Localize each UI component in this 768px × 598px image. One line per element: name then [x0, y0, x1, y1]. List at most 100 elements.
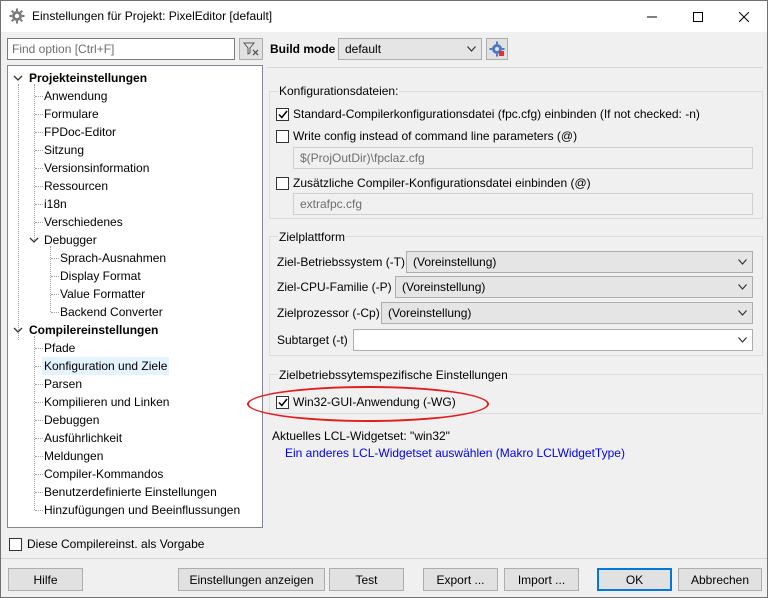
tree-item-sprach-ausnahmen[interactable]: Sprach-Ausnahmen: [60, 249, 166, 267]
import-button[interactable]: Import ...: [504, 568, 579, 591]
cancel-button-label: Abbrechen: [690, 572, 750, 587]
tree-item-konfiguration-und-ziele[interactable]: Konfiguration und Ziele: [42, 357, 170, 375]
options-dialog: Einstellungen für Projekt: PixelEditor […: [0, 0, 768, 598]
options-tree[interactable]: Projekteinstellungen Anwendung Formulare…: [7, 65, 263, 528]
checkbox-box[interactable]: [276, 129, 289, 143]
tree-item-formulare[interactable]: Formulare: [44, 105, 99, 123]
tree-item-display-format[interactable]: Display Format: [60, 267, 141, 285]
tree-item-backend-converter[interactable]: Backend Converter: [60, 303, 163, 321]
checkbox-box[interactable]: [276, 395, 289, 409]
tree-item-ausfuehrlichkeit[interactable]: Ausführlichkeit: [44, 429, 122, 447]
tree-item-sitzung[interactable]: Sitzung: [44, 141, 84, 159]
collapse-chevron-icon[interactable]: [13, 73, 23, 83]
tree-item-benutzerdefinierte-einstellungen[interactable]: Benutzerdefinierte Einstellungen: [44, 483, 217, 501]
tree-item-fpdoc-editor[interactable]: FPDoc-Editor: [44, 123, 116, 141]
target-cpu-value: (Voreinstellung): [388, 306, 472, 320]
build-mode-select[interactable]: default: [338, 38, 482, 60]
extra-cfg-checkbox[interactable]: Zusätzliche Compiler-Konfigurationsdatei…: [276, 176, 591, 190]
checkbox-box[interactable]: [276, 176, 289, 190]
chevron-down-icon: [738, 259, 747, 265]
tree-item-ressourcen[interactable]: Ressourcen: [44, 177, 108, 195]
checkbox-box[interactable]: [9, 537, 22, 551]
search-placeholder: Find option [Ctrl+F]: [12, 42, 115, 56]
export-button[interactable]: Export ...: [423, 568, 498, 591]
extra-cfg-path-value: extrafpc.cfg: [300, 197, 363, 211]
help-button[interactable]: Hilfe: [8, 568, 83, 591]
collapse-chevron-icon[interactable]: [29, 235, 39, 245]
close-icon: [739, 11, 749, 22]
tree-item-anwendung[interactable]: Anwendung: [44, 87, 107, 105]
tree-item-debugger[interactable]: Debugger: [44, 231, 97, 249]
target-cpu-select[interactable]: (Voreinstellung): [381, 302, 753, 324]
tree-item-compiler-kommandos[interactable]: Compiler-Kommandos: [44, 465, 163, 483]
extra-cfg-path-field[interactable]: extrafpc.cfg: [293, 193, 753, 215]
minimize-button[interactable]: [629, 1, 675, 32]
std-cfg-checkbox[interactable]: Standard-Compilerkonfigurationsdatei (fp…: [276, 107, 700, 121]
target-os-value: (Voreinstellung): [413, 255, 497, 269]
tree-group-projekteinstellungen[interactable]: Projekteinstellungen: [29, 69, 147, 87]
build-mode-label: Build mode: [270, 42, 336, 56]
close-button[interactable]: [721, 1, 767, 32]
window-title: Einstellungen für Projekt: PixelEditor […: [32, 9, 273, 23]
target-cpu-family-label: Ziel-CPU-Familie (-P): [277, 280, 392, 294]
target-os-select[interactable]: (Voreinstellung): [406, 251, 753, 273]
build-mode-value: default: [345, 42, 382, 56]
tree-line: [50, 246, 51, 312]
collapse-chevron-icon[interactable]: [13, 325, 23, 335]
chevron-down-icon: [738, 310, 747, 316]
tree-group-compilereinstellungen[interactable]: Compilereinstellungen: [29, 321, 158, 339]
tree-item-kompilieren-und-linken[interactable]: Kompilieren und Linken: [44, 393, 169, 411]
tree-item-versionsinformation[interactable]: Versionsinformation: [44, 159, 149, 177]
tree-item-debuggen[interactable]: Debuggen: [44, 411, 99, 429]
show-options-button-label: Einstellungen anzeigen: [189, 572, 314, 587]
config-files-title: Konfigurationsdateien:: [278, 84, 400, 98]
target-platform-title: Zielplattform: [278, 230, 347, 244]
target-os-label: Ziel-Betriebssystem (-T): [277, 255, 406, 269]
show-options-button[interactable]: Einstellungen anzeigen: [178, 568, 325, 591]
tree-item-pfade[interactable]: Pfade: [44, 339, 75, 357]
tree-item-hinzufuegungen[interactable]: Hinzufügungen und Beeinflussungen: [44, 501, 240, 519]
subtarget-label: Subtarget (-t): [277, 333, 348, 347]
build-modes-settings-button[interactable]: [486, 38, 508, 60]
checkmark-icon: [277, 398, 288, 407]
write-cfg-checkbox[interactable]: Write config instead of command line par…: [276, 129, 577, 143]
target-cpu-family-value: (Voreinstellung): [402, 280, 486, 294]
help-button-label: Hilfe: [33, 572, 58, 587]
subtarget-combo[interactable]: [353, 329, 753, 351]
lcl-widgetset-label: Aktuelles LCL-Widgetset: "win32": [272, 429, 450, 443]
win32-gui-checkbox[interactable]: Win32-GUI-Anwendung (-WG): [276, 395, 456, 409]
export-button-label: Export ...: [436, 572, 485, 587]
test-button[interactable]: Test: [329, 568, 404, 591]
maximize-icon: [693, 11, 703, 22]
tree-item-i18n[interactable]: i18n: [44, 195, 67, 213]
tree-line: [34, 336, 35, 510]
checkbox-box[interactable]: [276, 107, 289, 121]
std-cfg-label: Standard-Compilerkonfigurationsdatei (fp…: [293, 107, 700, 121]
chevron-down-icon: [467, 46, 476, 52]
tree-line: [34, 84, 35, 240]
default-options-checkbox[interactable]: Diese Compilereinst. als Vorgabe: [9, 537, 204, 551]
cancel-button[interactable]: Abbrechen: [678, 568, 762, 591]
tree-item-value-formatter[interactable]: Value Formatter: [60, 285, 145, 303]
tree-item-meldungen[interactable]: Meldungen: [44, 447, 103, 465]
target-cpu-family-select[interactable]: (Voreinstellung): [395, 276, 753, 298]
chevron-down-icon: [738, 337, 747, 343]
clear-filter-button[interactable]: [239, 38, 263, 60]
target-cpu-label: Zielprozessor (-Cp): [277, 306, 380, 320]
write-cfg-path-field[interactable]: $(ProjOutDir)\fpclaz.cfg: [293, 147, 753, 169]
checkmark-icon: [277, 110, 288, 119]
extra-cfg-label: Zusätzliche Compiler-Konfigurationsdatei…: [293, 176, 591, 190]
option-search-input[interactable]: Find option [Ctrl+F]: [7, 38, 235, 60]
chevron-down-icon: [738, 284, 747, 290]
os-specific-title: Zielbetriebssytemspezifische Einstellung…: [278, 368, 509, 382]
title-bar: Einstellungen für Projekt: PixelEditor […: [1, 1, 767, 32]
lcl-widgetset-link[interactable]: Ein anderes LCL-Widgetset auswählen (Mak…: [285, 446, 625, 460]
tree-item-parsen[interactable]: Parsen: [44, 375, 82, 393]
tree-item-verschiedenes[interactable]: Verschiedenes: [44, 213, 123, 231]
minimize-icon: [647, 16, 657, 17]
import-button-label: Import ...: [517, 572, 566, 587]
ok-button[interactable]: OK: [597, 568, 672, 591]
separator: [267, 67, 763, 68]
separator: [1, 558, 767, 559]
maximize-button[interactable]: [675, 1, 721, 32]
